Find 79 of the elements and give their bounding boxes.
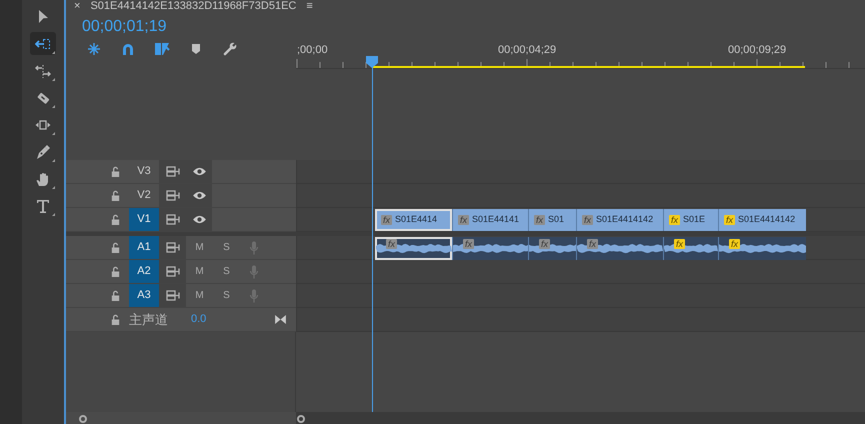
sequence-tab-title[interactable]: S01E4414142E133832D11968F73D51EC <box>90 1 296 12</box>
scroll-handle[interactable] <box>79 415 87 423</box>
fx-badge: fx <box>534 215 546 225</box>
sync-lock-icon[interactable] <box>166 189 180 202</box>
wrench-icon[interactable] <box>222 41 238 57</box>
audio-clip[interactable]: fx <box>718 237 806 260</box>
fx-badge: fx <box>724 215 736 225</box>
tool-button[interactable] <box>30 32 56 55</box>
master-track-label: 主声道 <box>129 310 169 329</box>
sync-lock-icon[interactable] <box>166 213 180 226</box>
solo-button[interactable]: S <box>213 284 240 307</box>
scroll-handle[interactable] <box>297 415 305 423</box>
close-button[interactable]: × <box>74 1 80 12</box>
bowtie-icon[interactable] <box>275 315 286 324</box>
fx-badge: fx <box>587 239 598 249</box>
track-target-toggle[interactable]: A1 <box>129 236 159 259</box>
lock-icon[interactable] <box>110 314 121 325</box>
pen-icon <box>35 144 51 160</box>
fx-badge: fx <box>458 215 470 225</box>
mute-button[interactable]: M <box>186 260 213 283</box>
audio-clip[interactable]: fx <box>528 237 576 260</box>
video-clip[interactable]: fx S01E44141 <box>452 209 528 231</box>
hand-icon <box>35 170 51 186</box>
sync-lock-icon[interactable] <box>166 165 180 178</box>
clip-name: S01E <box>683 213 706 226</box>
lock-icon[interactable] <box>110 242 121 253</box>
ruler-time-label: 00;00;04;29 <box>498 43 556 58</box>
sync-lock-icon[interactable] <box>166 241 180 254</box>
video-clip[interactable]: fx S01E <box>663 209 718 231</box>
clip-name: S01 <box>548 213 564 226</box>
nested-sequence-icon[interactable] <box>86 41 102 57</box>
ruler-time-label: 00;00;09;29 <box>728 43 786 58</box>
video-clip[interactable]: fx S01E4414 <box>375 209 452 231</box>
clip-name: S01E4414142 <box>596 213 654 226</box>
fx-badge: fx <box>381 215 392 225</box>
track-target-toggle[interactable]: V2 <box>129 184 159 207</box>
ripple-edit-icon <box>35 62 51 78</box>
fx-badge: fx <box>729 239 740 249</box>
video-clip[interactable]: fx S01E4414142 <box>576 209 663 231</box>
audio-clip[interactable]: fx <box>452 237 528 260</box>
clip-name: S01E4414 <box>395 213 438 226</box>
lock-icon[interactable] <box>110 214 121 225</box>
fx-badge: fx <box>674 239 686 249</box>
solo-button[interactable]: S <box>213 236 240 259</box>
audio-clip[interactable]: fx <box>375 237 452 260</box>
video-clip[interactable]: fx S01 <box>528 209 576 231</box>
track-target-toggle[interactable]: A3 <box>129 284 159 307</box>
mute-button[interactable]: M <box>186 284 213 307</box>
playhead-handle[interactable] <box>366 56 378 68</box>
lock-icon[interactable] <box>110 290 121 301</box>
fx-badge: fx <box>386 239 398 249</box>
video-clip[interactable]: fx S01E4414142 <box>718 209 806 231</box>
sync-lock-icon[interactable] <box>166 265 180 278</box>
lock-icon[interactable] <box>110 166 121 177</box>
linked-selection-icon[interactable] <box>154 41 170 57</box>
mute-button[interactable]: M <box>186 236 213 259</box>
ruler-time-label: ;00;00 <box>297 43 328 58</box>
audio-clip[interactable]: fx <box>576 237 663 260</box>
fx-badge: fx <box>539 239 550 249</box>
track-target-toggle[interactable]: V1 <box>129 208 159 231</box>
panel-menu-button[interactable]: ≡ <box>306 1 313 12</box>
text-tool-icon <box>35 198 51 214</box>
fx-badge: fx <box>582 215 594 225</box>
track-target-toggle[interactable]: A2 <box>129 260 159 283</box>
sync-lock-icon[interactable] <box>166 289 180 302</box>
track-target-toggle[interactable]: V3 <box>129 160 159 183</box>
eye-icon[interactable] <box>192 190 206 201</box>
lock-icon[interactable] <box>110 190 121 201</box>
fx-badge: fx <box>669 215 680 225</box>
magnet-icon[interactable] <box>120 41 136 57</box>
solo-button[interactable]: S <box>213 260 240 283</box>
clip-name: S01E4414142 <box>738 213 796 226</box>
fx-badge: fx <box>463 239 474 249</box>
clip-name: S01E44141 <box>472 213 520 226</box>
eye-icon[interactable] <box>192 214 206 225</box>
timecode-display[interactable]: 00;00;01;19 <box>82 17 296 37</box>
lock-icon[interactable] <box>110 266 121 277</box>
eye-icon[interactable] <box>192 166 206 177</box>
audio-clip[interactable]: fx <box>663 237 718 260</box>
